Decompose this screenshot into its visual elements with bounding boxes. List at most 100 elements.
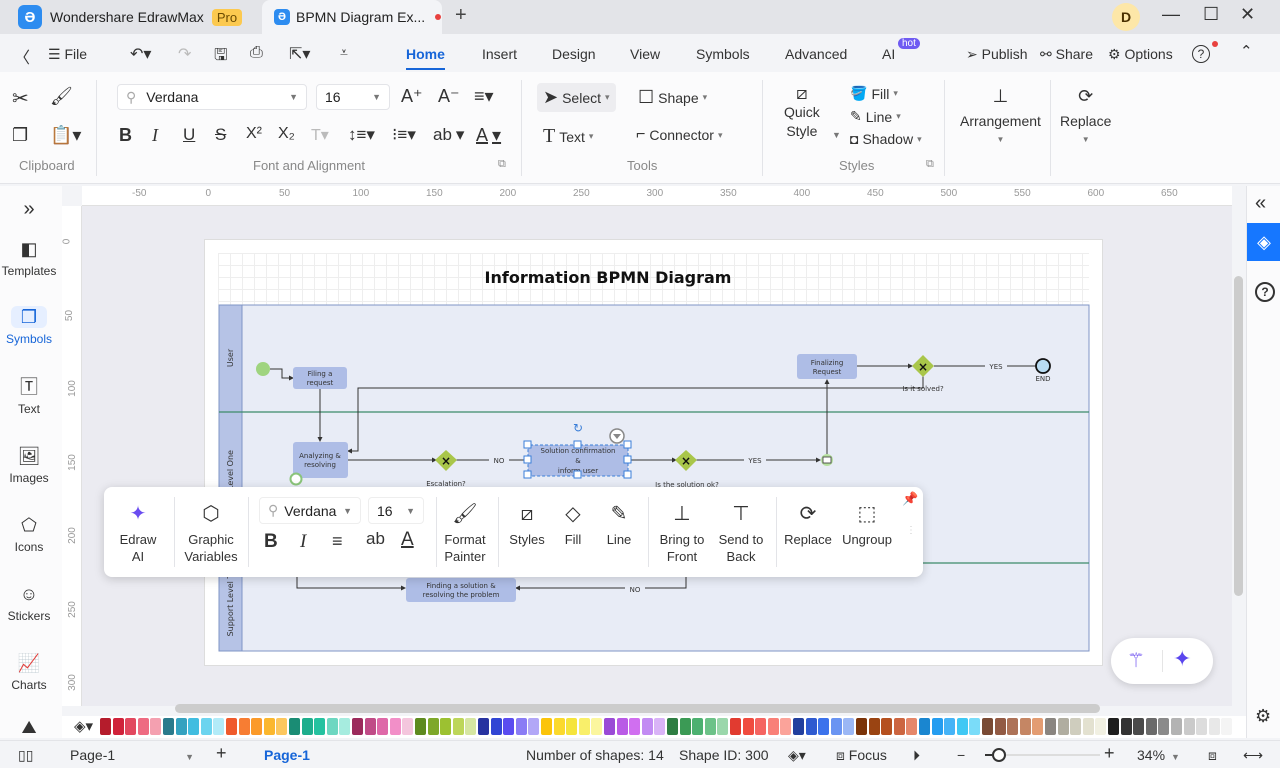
settings-gear-icon[interactable]: ⚙ — [1255, 706, 1271, 727]
color-swatch[interactable] — [150, 718, 162, 735]
color-swatch[interactable] — [137, 718, 149, 735]
color-swatch[interactable] — [956, 718, 968, 735]
color-swatch[interactable] — [931, 718, 943, 735]
color-swatch[interactable] — [704, 718, 716, 735]
color-swatch[interactable] — [213, 718, 225, 735]
replace-button[interactable]: ⟳ Replace — [782, 501, 834, 548]
color-swatch[interactable] — [188, 718, 200, 735]
color-swatch[interactable] — [314, 718, 326, 735]
color-swatch[interactable] — [251, 718, 263, 735]
color-swatch[interactable] — [528, 718, 540, 735]
color-swatch[interactable] — [881, 718, 893, 735]
float-bold-button[interactable]: B — [264, 531, 278, 553]
color-swatch[interactable] — [767, 718, 779, 735]
lane-label-level-one[interactable]: Level One — [226, 450, 235, 490]
color-swatch[interactable] — [226, 718, 237, 735]
vertical-scrollbar[interactable] — [1234, 276, 1243, 596]
color-swatch[interactable] — [490, 718, 502, 735]
color-swatch[interactable] — [1133, 718, 1145, 735]
timer-event-icon[interactable] — [289, 472, 303, 486]
color-swatch[interactable] — [868, 718, 880, 735]
color-swatch[interactable] — [125, 718, 137, 735]
play-icon[interactable]: ⏵ — [913, 747, 920, 764]
color-swatch[interactable] — [616, 718, 628, 735]
color-swatch[interactable] — [1196, 718, 1208, 735]
zoom-level-select[interactable]: 34% ▼ — [1137, 747, 1180, 763]
color-swatch[interactable] — [1183, 718, 1195, 735]
color-swatch[interactable] — [452, 718, 464, 735]
graphic-variables-button[interactable]: ⬡ Graphic Variables — [182, 501, 240, 565]
fill-button[interactable]: ◇ Fill — [556, 501, 590, 548]
color-swatch[interactable] — [326, 718, 338, 735]
color-swatch[interactable] — [604, 718, 615, 735]
task-filing-request[interactable]: Filing a request — [293, 367, 347, 389]
edraw-ai-button[interactable]: ✦ Edraw AI — [112, 501, 164, 565]
page-selector[interactable]: Page-1 ▼ — [70, 747, 194, 763]
color-swatch[interactable] — [427, 718, 439, 735]
color-swatch[interactable] — [515, 718, 527, 735]
task-finding-solution[interactable]: Finding a solution & resolving the probl… — [406, 578, 516, 602]
color-swatch[interactable] — [818, 718, 830, 735]
color-swatch[interactable] — [1208, 718, 1220, 735]
color-swatch[interactable] — [843, 718, 855, 735]
color-swatch[interactable] — [1007, 718, 1019, 735]
fill-panel-icon[interactable]: ◈ — [1247, 223, 1280, 261]
color-swatch[interactable] — [830, 718, 842, 735]
color-swatch[interactable] — [1032, 718, 1044, 735]
color-swatch[interactable] — [692, 718, 704, 735]
float-ab-button[interactable]: ab — [366, 529, 385, 549]
color-swatch[interactable] — [364, 718, 376, 735]
color-swatch[interactable] — [780, 718, 792, 735]
color-swatch[interactable] — [679, 718, 691, 735]
rotate-handle-icon[interactable]: ↻ — [573, 421, 583, 435]
color-swatch[interactable] — [276, 718, 288, 735]
color-swatch[interactable] — [717, 718, 729, 735]
color-swatch[interactable] — [1221, 718, 1233, 735]
line-button[interactable]: ✎ Line — [600, 501, 638, 548]
task-analyzing-resolving[interactable]: Analyzing & resolving — [293, 442, 348, 478]
color-swatch[interactable] — [1095, 718, 1107, 735]
color-swatch[interactable] — [478, 718, 489, 735]
color-swatch[interactable] — [1082, 718, 1094, 735]
float-italic-button[interactable]: I — [300, 531, 306, 553]
end-event[interactable] — [1035, 358, 1051, 374]
format-painter-button[interactable]: 🖌 Format Painter — [440, 501, 490, 565]
horizontal-scrollbar[interactable] — [175, 704, 1100, 713]
color-swatch[interactable] — [893, 718, 905, 735]
task-finalizing-request[interactable]: Finalizing Request — [797, 354, 857, 379]
color-swatch[interactable] — [238, 718, 250, 735]
color-swatch[interactable] — [1108, 718, 1119, 735]
color-swatch[interactable] — [289, 718, 300, 735]
zoom-slider-handle[interactable] — [992, 748, 1007, 762]
color-swatch[interactable] — [654, 718, 666, 735]
help-panel-icon[interactable]: ? — [1255, 282, 1275, 302]
color-swatch[interactable] — [1171, 718, 1182, 735]
color-swatch[interactable] — [440, 718, 452, 735]
float-size-select[interactable]: 16 ▼ — [368, 497, 424, 524]
pin-icon[interactable]: 📌 — [902, 491, 918, 507]
color-swatch[interactable] — [263, 718, 275, 735]
color-swatch[interactable] — [389, 718, 401, 735]
page-panel-icon[interactable]: ▯▯ — [18, 747, 33, 764]
color-swatch[interactable] — [730, 718, 741, 735]
color-swatch[interactable] — [503, 718, 515, 735]
add-page-button[interactable]: + — [216, 743, 227, 764]
color-swatch[interactable] — [339, 718, 351, 735]
color-swatch[interactable] — [377, 718, 389, 735]
color-swatch[interactable] — [641, 718, 653, 735]
color-swatch[interactable] — [352, 718, 363, 735]
send-to-back-button[interactable]: ⊤ Send to Back — [714, 501, 768, 565]
float-align-icon[interactable]: ≡ — [332, 531, 343, 552]
color-swatch[interactable] — [856, 718, 867, 735]
color-swatch[interactable] — [906, 718, 918, 735]
color-swatch[interactable] — [944, 718, 956, 735]
color-swatch[interactable] — [100, 718, 111, 735]
color-swatch[interactable] — [163, 718, 174, 735]
page-tab-active[interactable]: Page-1 — [264, 747, 310, 763]
sparkle-icon[interactable]: ✦ — [1173, 646, 1191, 672]
color-swatch[interactable] — [402, 718, 414, 735]
color-swatch[interactable] — [1120, 718, 1132, 735]
color-swatch[interactable] — [566, 718, 578, 735]
ungroup-button[interactable]: ⬚ Ungroup — [838, 501, 896, 548]
color-swatch[interactable] — [982, 718, 993, 735]
